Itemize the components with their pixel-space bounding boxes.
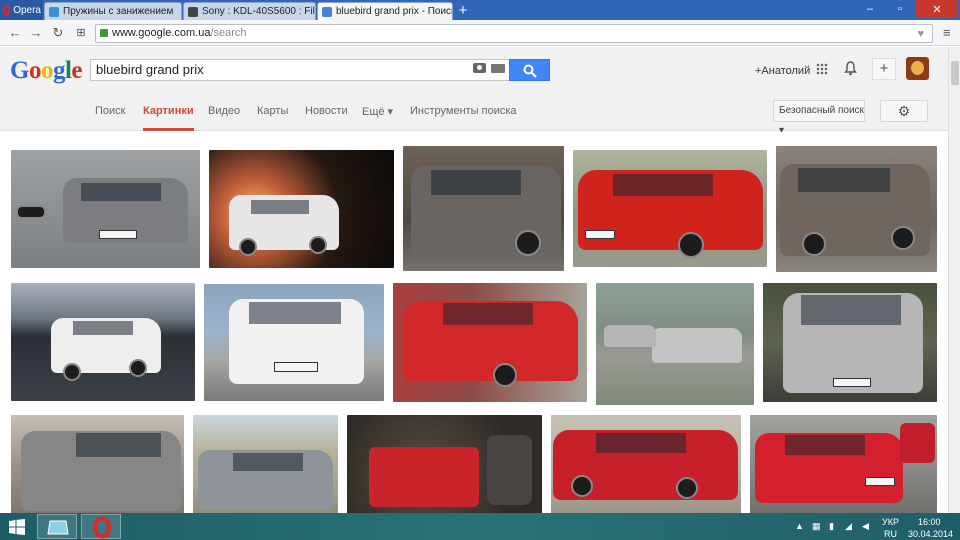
clock-date[interactable]: 30.04.2014 (908, 529, 953, 539)
opera-menu-button[interactable]: Opera (0, 0, 42, 20)
tab-search[interactable]: Поиск (95, 105, 125, 117)
image-result[interactable] (551, 415, 741, 513)
search-icon (523, 64, 537, 78)
tab-news[interactable]: Новости (305, 105, 348, 117)
taskbar-explorer-button[interactable] (37, 514, 77, 539)
tray-up-arrow-icon[interactable]: ▲ (795, 521, 805, 531)
image-result[interactable] (193, 415, 338, 513)
url-field[interactable]: www.google.com.ua/search ♥ (95, 24, 933, 43)
bookmark-heart-icon[interactable]: ♥ (917, 26, 928, 43)
tab-favicon-icon (49, 6, 59, 17)
image-results-grid (0, 132, 948, 513)
reload-icon[interactable]: ↻ (50, 25, 66, 41)
browser-tab-strip: Opera Пружины с занижением Sony : KDL-40… (0, 0, 960, 20)
tray-signal-icon[interactable]: ◢ (845, 521, 855, 531)
tab-title: Пружины с занижением (63, 6, 174, 17)
tab-more[interactable]: Ещё ▾ (362, 105, 393, 118)
settings-gear-icon[interactable]: ⚙ (880, 100, 928, 122)
opera-menu-label: Opera (13, 4, 41, 16)
google-favicon-icon (322, 6, 332, 17)
notifications-bell-icon[interactable] (844, 61, 857, 76)
image-result[interactable] (204, 284, 384, 401)
opera-icon (93, 516, 111, 539)
browser-tab[interactable]: Sony : KDL-40S5600 : File (183, 2, 316, 20)
safe-search-dropdown[interactable]: Безопасный поиск ▾ (773, 100, 865, 136)
tab-maps[interactable]: Карты (257, 105, 288, 117)
taskbar-opera-button[interactable] (81, 514, 121, 539)
url-host: www.google.com.ua (112, 27, 211, 39)
tray-network-icon[interactable]: ▦ (812, 521, 822, 531)
browser-menu-icon[interactable]: ≡ (943, 25, 957, 41)
secure-lock-icon (100, 29, 108, 37)
google-logo[interactable]: Google (10, 57, 82, 85)
tab-title: Sony : KDL-40S5600 : File (202, 6, 316, 17)
avatar[interactable] (906, 57, 929, 80)
tab-favicon-icon (188, 6, 198, 17)
file-explorer-icon (47, 520, 69, 535)
image-result[interactable] (750, 415, 937, 513)
url-path: /search (210, 27, 247, 39)
image-result[interactable] (573, 150, 767, 267)
forward-arrow-icon[interactable]: → (28, 25, 44, 41)
image-result[interactable] (393, 283, 587, 402)
image-result[interactable] (596, 283, 754, 405)
apps-grid-icon[interactable] (816, 63, 828, 75)
image-result[interactable] (209, 150, 394, 268)
scrollbar-thumb[interactable] (951, 61, 959, 85)
search-button[interactable] (509, 59, 550, 81)
new-tab-button[interactable]: + (455, 3, 471, 19)
image-result[interactable] (347, 415, 542, 513)
camera-icon[interactable] (473, 63, 486, 73)
browser-tab-active[interactable]: bluebird grand prix - Поиск (317, 2, 453, 20)
tab-title: bluebird grand prix - Поиск (336, 6, 453, 17)
browser-tab[interactable]: Пружины с занижением (44, 2, 182, 20)
minimize-button[interactable]: – (856, 0, 884, 18)
image-result[interactable] (11, 150, 200, 268)
image-result[interactable] (776, 146, 937, 272)
tray-volume-icon[interactable]: ◀ (862, 521, 872, 531)
speed-dial-icon[interactable]: ⊞ (73, 25, 89, 41)
tab-images[interactable]: Картинки (143, 105, 194, 131)
user-profile-link[interactable]: +Анатолий (755, 65, 810, 77)
page-scrollbar[interactable] (948, 47, 960, 513)
input-language-bottom[interactable]: RU (884, 529, 897, 539)
google-header: Google bluebird grand prix +Анатолий + (0, 47, 948, 92)
image-result[interactable] (11, 283, 195, 401)
tab-search-tools[interactable]: Инструменты поиска (410, 105, 517, 117)
image-result[interactable] (11, 415, 184, 513)
maximize-button[interactable]: ▫ (886, 0, 914, 18)
search-tabs-bar: Поиск Картинки Видео Карты Новости Ещё ▾… (0, 92, 948, 136)
search-input-icons (90, 59, 510, 81)
share-button[interactable]: + (872, 58, 896, 80)
image-result[interactable] (403, 146, 564, 271)
opera-logo-icon (3, 4, 11, 16)
image-result[interactable] (763, 283, 937, 402)
windows-start-icon[interactable] (9, 519, 25, 535)
windows-taskbar: ▲ ▦ ▮ ◢ ◀ УКР RU 16:00 30.04.2014 (0, 513, 960, 540)
address-bar: ← → ↻ ⊞ www.google.com.ua/search ♥ ≡ (0, 20, 960, 46)
tray-battery-icon[interactable]: ▮ (829, 521, 839, 531)
input-language-top[interactable]: УКР (882, 517, 899, 527)
keyboard-icon[interactable] (491, 64, 505, 73)
clock-time[interactable]: 16:00 (918, 517, 941, 527)
back-arrow-icon[interactable]: ← (7, 25, 23, 41)
close-window-button[interactable]: ✕ (916, 0, 958, 18)
tab-video[interactable]: Видео (208, 105, 240, 117)
